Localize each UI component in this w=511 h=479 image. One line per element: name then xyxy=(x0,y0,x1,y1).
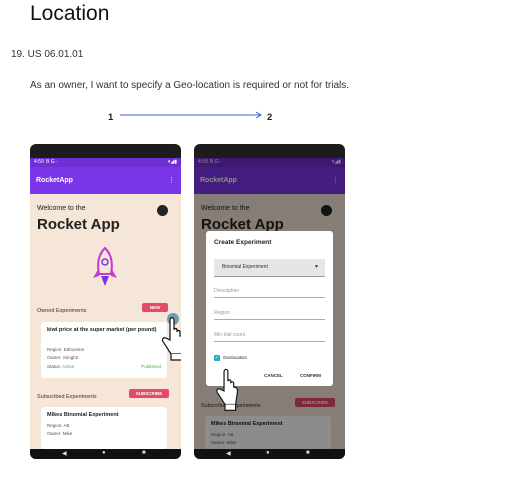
back-icon[interactable]: ◀ xyxy=(62,450,67,457)
dialog-title: Create Experiment xyxy=(214,239,272,246)
user-story: As an owner, I want to specify a Geo-loc… xyxy=(30,80,350,91)
home-icon[interactable]: ● xyxy=(266,450,270,456)
geolocation-checkbox[interactable]: ✓ xyxy=(214,355,220,361)
section-title: Location xyxy=(30,2,110,25)
card-region: Region: Edmonton xyxy=(47,347,85,352)
dropdown-value: Binomial Experiment xyxy=(222,264,268,270)
back-icon[interactable]: ◀ xyxy=(226,450,231,457)
subscribed-experiments-label: Subscribed Experiments xyxy=(37,394,97,400)
item-number: 19. US 06.01.01 xyxy=(11,49,84,60)
welcome-text: Welcome to the xyxy=(37,205,86,212)
min-trial-count-input[interactable]: Min trial count xyxy=(214,329,325,342)
owned-experiments-label: Owned Experiments xyxy=(37,308,87,314)
recents-icon[interactable]: ■ xyxy=(306,450,310,456)
pointer-hand-icon xyxy=(161,313,181,361)
nav-bar: ◀ ● ■ xyxy=(194,449,345,459)
app-bar: RocketApp ⋮ xyxy=(30,167,181,194)
card-title: kiwi price at the super market (per poun… xyxy=(47,327,157,333)
app-name-heading: Rocket App xyxy=(37,216,120,233)
account-icon[interactable] xyxy=(157,205,168,216)
phone-screenshot-1: 4:59 B G · ▾◢▮ RocketApp ⋮ Welcome to th… xyxy=(30,144,181,459)
card-title: Mikes Binomial Experiment xyxy=(47,412,119,418)
description-input[interactable]: Description xyxy=(214,285,325,298)
subscribed-experiment-card[interactable]: Mikes Binomial Experiment Region: AB Own… xyxy=(41,407,167,449)
cancel-button[interactable]: CANCEL xyxy=(264,373,283,378)
arrow-right-icon xyxy=(120,111,262,119)
experiment-type-dropdown[interactable]: Binomial Experiment ▼ xyxy=(214,259,325,277)
nav-bar: ◀ ● ■ xyxy=(30,449,181,459)
card-owner: Owner: zsingh2 xyxy=(47,355,79,360)
region-input[interactable]: Region xyxy=(214,307,325,320)
card-owner: Owner: Mike xyxy=(47,431,73,436)
card-region: Region: AB xyxy=(47,423,70,428)
card-status: Status: Active xyxy=(47,364,75,369)
chevron-down-icon: ▼ xyxy=(314,264,319,270)
subscribe-button[interactable]: SUBSCRIBE xyxy=(129,389,169,398)
status-indicators: ▾◢▮ xyxy=(167,159,177,165)
step-label-to: 2 xyxy=(267,112,273,123)
status-time: 4:59 xyxy=(34,159,44,165)
step-label-from: 1 xyxy=(108,112,114,123)
geolocation-label: Geolocation xyxy=(223,355,248,360)
status-bar: 4:59 B G · ▾◢▮ xyxy=(30,158,181,167)
confirm-button[interactable]: CONFIRM xyxy=(300,373,321,378)
phone-screenshot-2: 4:59 B G · ▾◢▮ RocketApp ⋮ Welcome to th… xyxy=(194,144,345,459)
app-title: RocketApp xyxy=(36,177,73,184)
home-icon[interactable]: ● xyxy=(102,450,106,456)
status-icons: B G · xyxy=(46,159,58,165)
pointer-hand-icon xyxy=(216,368,239,411)
rocket-icon xyxy=(93,246,117,286)
menu-icon[interactable]: ⋮ xyxy=(168,167,175,194)
experiment-card[interactable]: kiwi price at the super market (per poun… xyxy=(41,322,167,378)
recents-icon[interactable]: ■ xyxy=(142,450,146,456)
